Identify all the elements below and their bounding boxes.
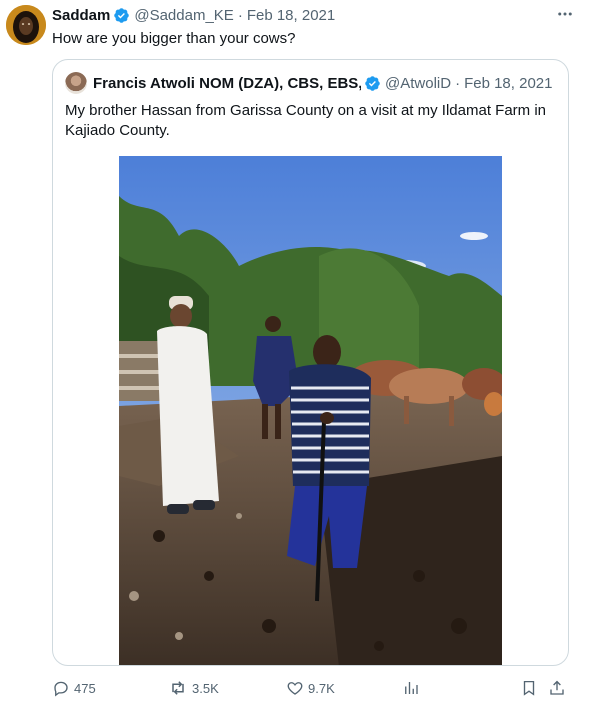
share-button[interactable] xyxy=(548,676,570,700)
quoted-tweet-text: My brother Hassan from Garissa County on… xyxy=(65,102,546,139)
repost-icon xyxy=(172,681,184,695)
more-dots-icon xyxy=(558,12,572,16)
verified-badge-icon xyxy=(114,7,130,23)
repost-count: 3.5K xyxy=(192,680,219,696)
tweet-header: Saddam @Saddam_KE · Feb 18, 2021 xyxy=(52,5,335,25)
author-handle[interactable]: @Saddam_KE xyxy=(134,7,233,24)
quoted-tweet-date[interactable]: Feb 18, 2021 xyxy=(464,75,552,92)
reply-icon xyxy=(54,681,68,697)
share-icon xyxy=(550,680,564,695)
separator-dot: · xyxy=(237,6,243,24)
like-count: 9.7K xyxy=(308,680,335,696)
bookmark-button[interactable] xyxy=(520,676,542,700)
bookmark-icon xyxy=(523,680,535,696)
more-options-button[interactable] xyxy=(554,4,576,24)
author-name[interactable]: Saddam xyxy=(52,7,110,24)
quoted-tweet-photo[interactable] xyxy=(119,156,502,665)
tweet: Saddam @Saddam_KE · Feb 18, 2021 How are… xyxy=(0,0,598,712)
bar-chart-icon xyxy=(405,682,418,694)
repost-button[interactable]: 3.5K xyxy=(168,676,219,700)
like-button[interactable]: 9.7K xyxy=(286,676,335,700)
quoted-author-avatar[interactable] xyxy=(65,72,87,94)
quoted-author-name[interactable]: Francis Atwoli NOM (DZA), CBS, EBS, M xyxy=(93,75,361,92)
views-button[interactable] xyxy=(402,676,424,700)
tweet-date[interactable]: Feb 18, 2021 xyxy=(247,7,335,24)
quoted-author-handle[interactable]: @AtwoliD xyxy=(385,75,451,92)
reply-count: 475 xyxy=(74,680,96,696)
quoted-tweet-header: Francis Atwoli NOM (DZA), CBS, EBS, M @A… xyxy=(65,72,556,94)
reply-button[interactable]: 475 xyxy=(52,676,96,700)
heart-icon xyxy=(287,682,303,695)
quoted-tweet[interactable]: Francis Atwoli NOM (DZA), CBS, EBS, M @A… xyxy=(52,59,569,666)
author-avatar[interactable] xyxy=(6,5,46,45)
tweet-actions: 475 3.5K 9.7K xyxy=(52,676,572,700)
separator-dot: · xyxy=(455,74,461,92)
tweet-text: How are you bigger than your cows? xyxy=(52,30,296,47)
verified-badge-icon xyxy=(365,75,380,91)
